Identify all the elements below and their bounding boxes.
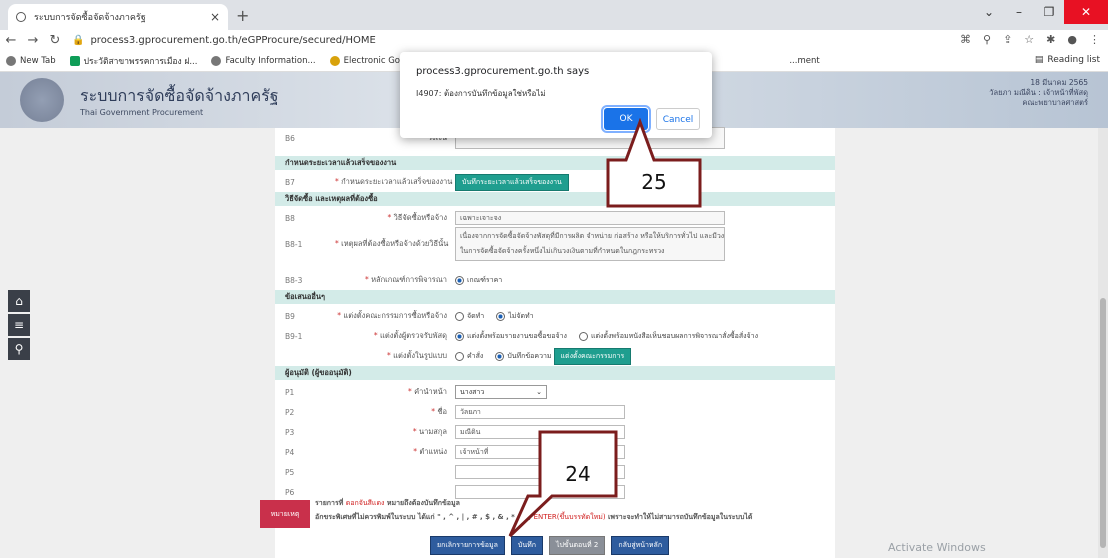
row-b9: B9 แต่งตั้งคณะกรรมการซื้อหรือจ้าง จัดทำ …	[275, 306, 835, 326]
site-icon	[329, 55, 340, 66]
star-icon[interactable]: ☆	[1024, 33, 1034, 46]
bookmark-item[interactable]: ...ment	[789, 56, 819, 66]
method-field[interactable]: เฉพาะเจาะจง	[455, 211, 725, 225]
globe-icon	[6, 55, 16, 66]
globe-icon	[211, 55, 222, 66]
back-icon[interactable]: ←	[0, 33, 22, 48]
committee-radio-yes[interactable]: จัดทำ	[455, 311, 484, 322]
address-bar: ← → ↻ 🔒 process3.gprocurement.go.th/eGPP…	[0, 30, 1108, 50]
tab-search-icon[interactable]: ⌄	[974, 5, 1004, 19]
bookmark-item[interactable]: ประวัติสาขาพรรคการเมือง ฝ...	[69, 54, 197, 68]
reason-field[interactable]: เนื่องจากการจัดซื้อจัดจ้างพัสดุที่มีการผ…	[455, 227, 725, 261]
globe-icon	[16, 12, 26, 22]
url-field[interactable]: 🔒 process3.gprocurement.go.th/eGPProcure…	[72, 35, 942, 46]
user-info: 18 มีนาคม 2565 วัลยภา มณีดิน : เจ้าหน้าท…	[989, 78, 1088, 107]
remark-badge: หมายเหตุ	[260, 500, 310, 528]
dialog-message: I4907: ต้องการบันทึกข้อมูลใช่หรือไม่	[416, 89, 546, 98]
section-method: วิธีจัดซื้อ และเหตุผลที่ต้องซื้อ	[275, 192, 835, 206]
back-home-button[interactable]: กลับสู่หน้าหลัก	[611, 536, 670, 555]
search-icon[interactable]: ⚲	[8, 338, 30, 360]
save-duration-button[interactable]: บันทึกระยะเวลาแล้วเสร็จของงาน	[455, 173, 569, 191]
row-b8-3: B8-3 หลักเกณฑ์การพิจารณา เกณฑ์ราคา	[275, 270, 835, 290]
reading-list-icon: ▤	[1034, 55, 1044, 65]
section-approver: ผู้อนุมัติ (ผู้ขออนุมัติ)	[275, 366, 835, 380]
section-other: ข้อเสนออื่นๆ	[275, 290, 835, 304]
extensions-icon[interactable]: ✱	[1046, 33, 1055, 46]
side-toolbar: ⌂ ≡ ⚲	[8, 290, 30, 360]
bookmark-item[interactable]: Faculty Information...	[211, 55, 316, 66]
inspector-radio-1[interactable]: แต่งตั้งพร้อมรายงานขอซื้อขอจ้าง	[455, 331, 567, 342]
share-icon[interactable]: ⇪	[1003, 33, 1012, 46]
scrollbar-thumb[interactable]	[1100, 298, 1106, 548]
chevron-down-icon: ⌄	[536, 388, 542, 396]
reading-list[interactable]: ▤ Reading list	[1035, 55, 1100, 65]
url-text: process3.gprocurement.go.th/eGPProcure/s…	[90, 34, 376, 46]
minimize-icon[interactable]: –	[1004, 5, 1034, 19]
format-radio-order[interactable]: คำสั่ง	[455, 351, 483, 362]
browser-tab[interactable]: ระบบการจัดซื้อจัดจ้างภาครัฐ ×	[8, 4, 228, 30]
first-name-input[interactable]: วัลยภา	[455, 405, 625, 419]
bookmark-item[interactable]: New Tab	[6, 55, 56, 66]
sheet-icon	[69, 55, 80, 66]
tab-bar: ระบบการจัดซื้อจัดจ้างภาครัฐ × + ⌄ – ❐ ✕	[0, 0, 1108, 30]
row-b9-2: แต่งตั้งในรูปแบบ คำสั่ง บันทึกข้อความ แต…	[275, 346, 835, 366]
window-close-icon[interactable]: ✕	[1064, 0, 1108, 24]
tab-title: ระบบการจัดซื้อจัดจ้างภาครัฐ	[34, 13, 146, 23]
callout-25-label: 25	[641, 170, 667, 194]
restore-icon[interactable]: ❐	[1034, 5, 1064, 19]
lock-icon: 🔒	[72, 34, 85, 46]
system-name: ระบบการจัดซื้อจัดจ้างภาครัฐ	[80, 86, 279, 105]
criteria-radio[interactable]: เกณฑ์ราคา	[455, 275, 502, 286]
scrollbar[interactable]	[1098, 128, 1108, 558]
inspector-radio-2[interactable]: แต่งตั้งพร้อมหนังสือเห็นชอบผลการพิจารณาส…	[578, 331, 758, 342]
home-icon[interactable]: ⌂	[8, 290, 30, 312]
title-select[interactable]: นางสาว ⌄	[455, 385, 547, 399]
forward-icon[interactable]: →	[22, 33, 44, 48]
appoint-committee-button[interactable]: แต่งตั้งคณะกรรมการ	[553, 347, 632, 365]
new-tab-button[interactable]: +	[236, 6, 249, 25]
row-b7: B7 กำหนดระยะเวลาแล้วเสร็จของงาน บันทึกระ…	[275, 172, 835, 192]
translate-icon[interactable]: ⌘	[960, 33, 971, 46]
activate-windows-watermark: Activate Windows	[888, 541, 986, 554]
format-radio-memo[interactable]: บันทึกข้อความ	[495, 351, 552, 362]
system-name-en: Thai Government Procurement	[80, 108, 204, 117]
callout-24-label: 24	[565, 462, 591, 486]
menu-icon[interactable]: ⋮	[1089, 33, 1100, 46]
row-p2: P2 ชื่อ วัลยภา	[275, 402, 835, 422]
row-p1: P1 คำนำหน้า นางสาว⌄	[275, 382, 835, 402]
callout-25-shape	[606, 118, 702, 208]
row-b8: B8 วิธีจัดซื้อหรือจ้าง เฉพาะเจาะจง	[275, 208, 835, 228]
zoom-icon[interactable]: ⚲	[983, 33, 991, 46]
profile-avatar[interactable]: ●	[1067, 33, 1077, 46]
row-b8-1: B8-1 เหตุผลที่ต้องซื้อหรือจ้างด้วยวิธีนั…	[275, 226, 835, 262]
committee-radio-no[interactable]: ไม่จัดทำ	[496, 311, 534, 322]
cancel-data-button[interactable]: ยกเลิกรายการข้อมูล	[430, 536, 505, 555]
garuda-logo-icon	[20, 78, 64, 122]
right-background	[835, 128, 1108, 558]
section-duration: กำหนดระยะเวลาแล้วเสร็จของงาน	[275, 156, 835, 170]
dialog-title: process3.gprocurement.go.th says	[416, 66, 590, 77]
close-tab-icon[interactable]: ×	[210, 10, 220, 24]
reload-icon[interactable]: ↻	[44, 33, 66, 48]
row-b9-1: B9-1 แต่งตั้งผู้ตรวจรับพัสดุ แต่งตั้งพร้…	[275, 326, 835, 346]
menu-list-icon[interactable]: ≡	[8, 314, 30, 336]
left-background	[0, 128, 275, 558]
